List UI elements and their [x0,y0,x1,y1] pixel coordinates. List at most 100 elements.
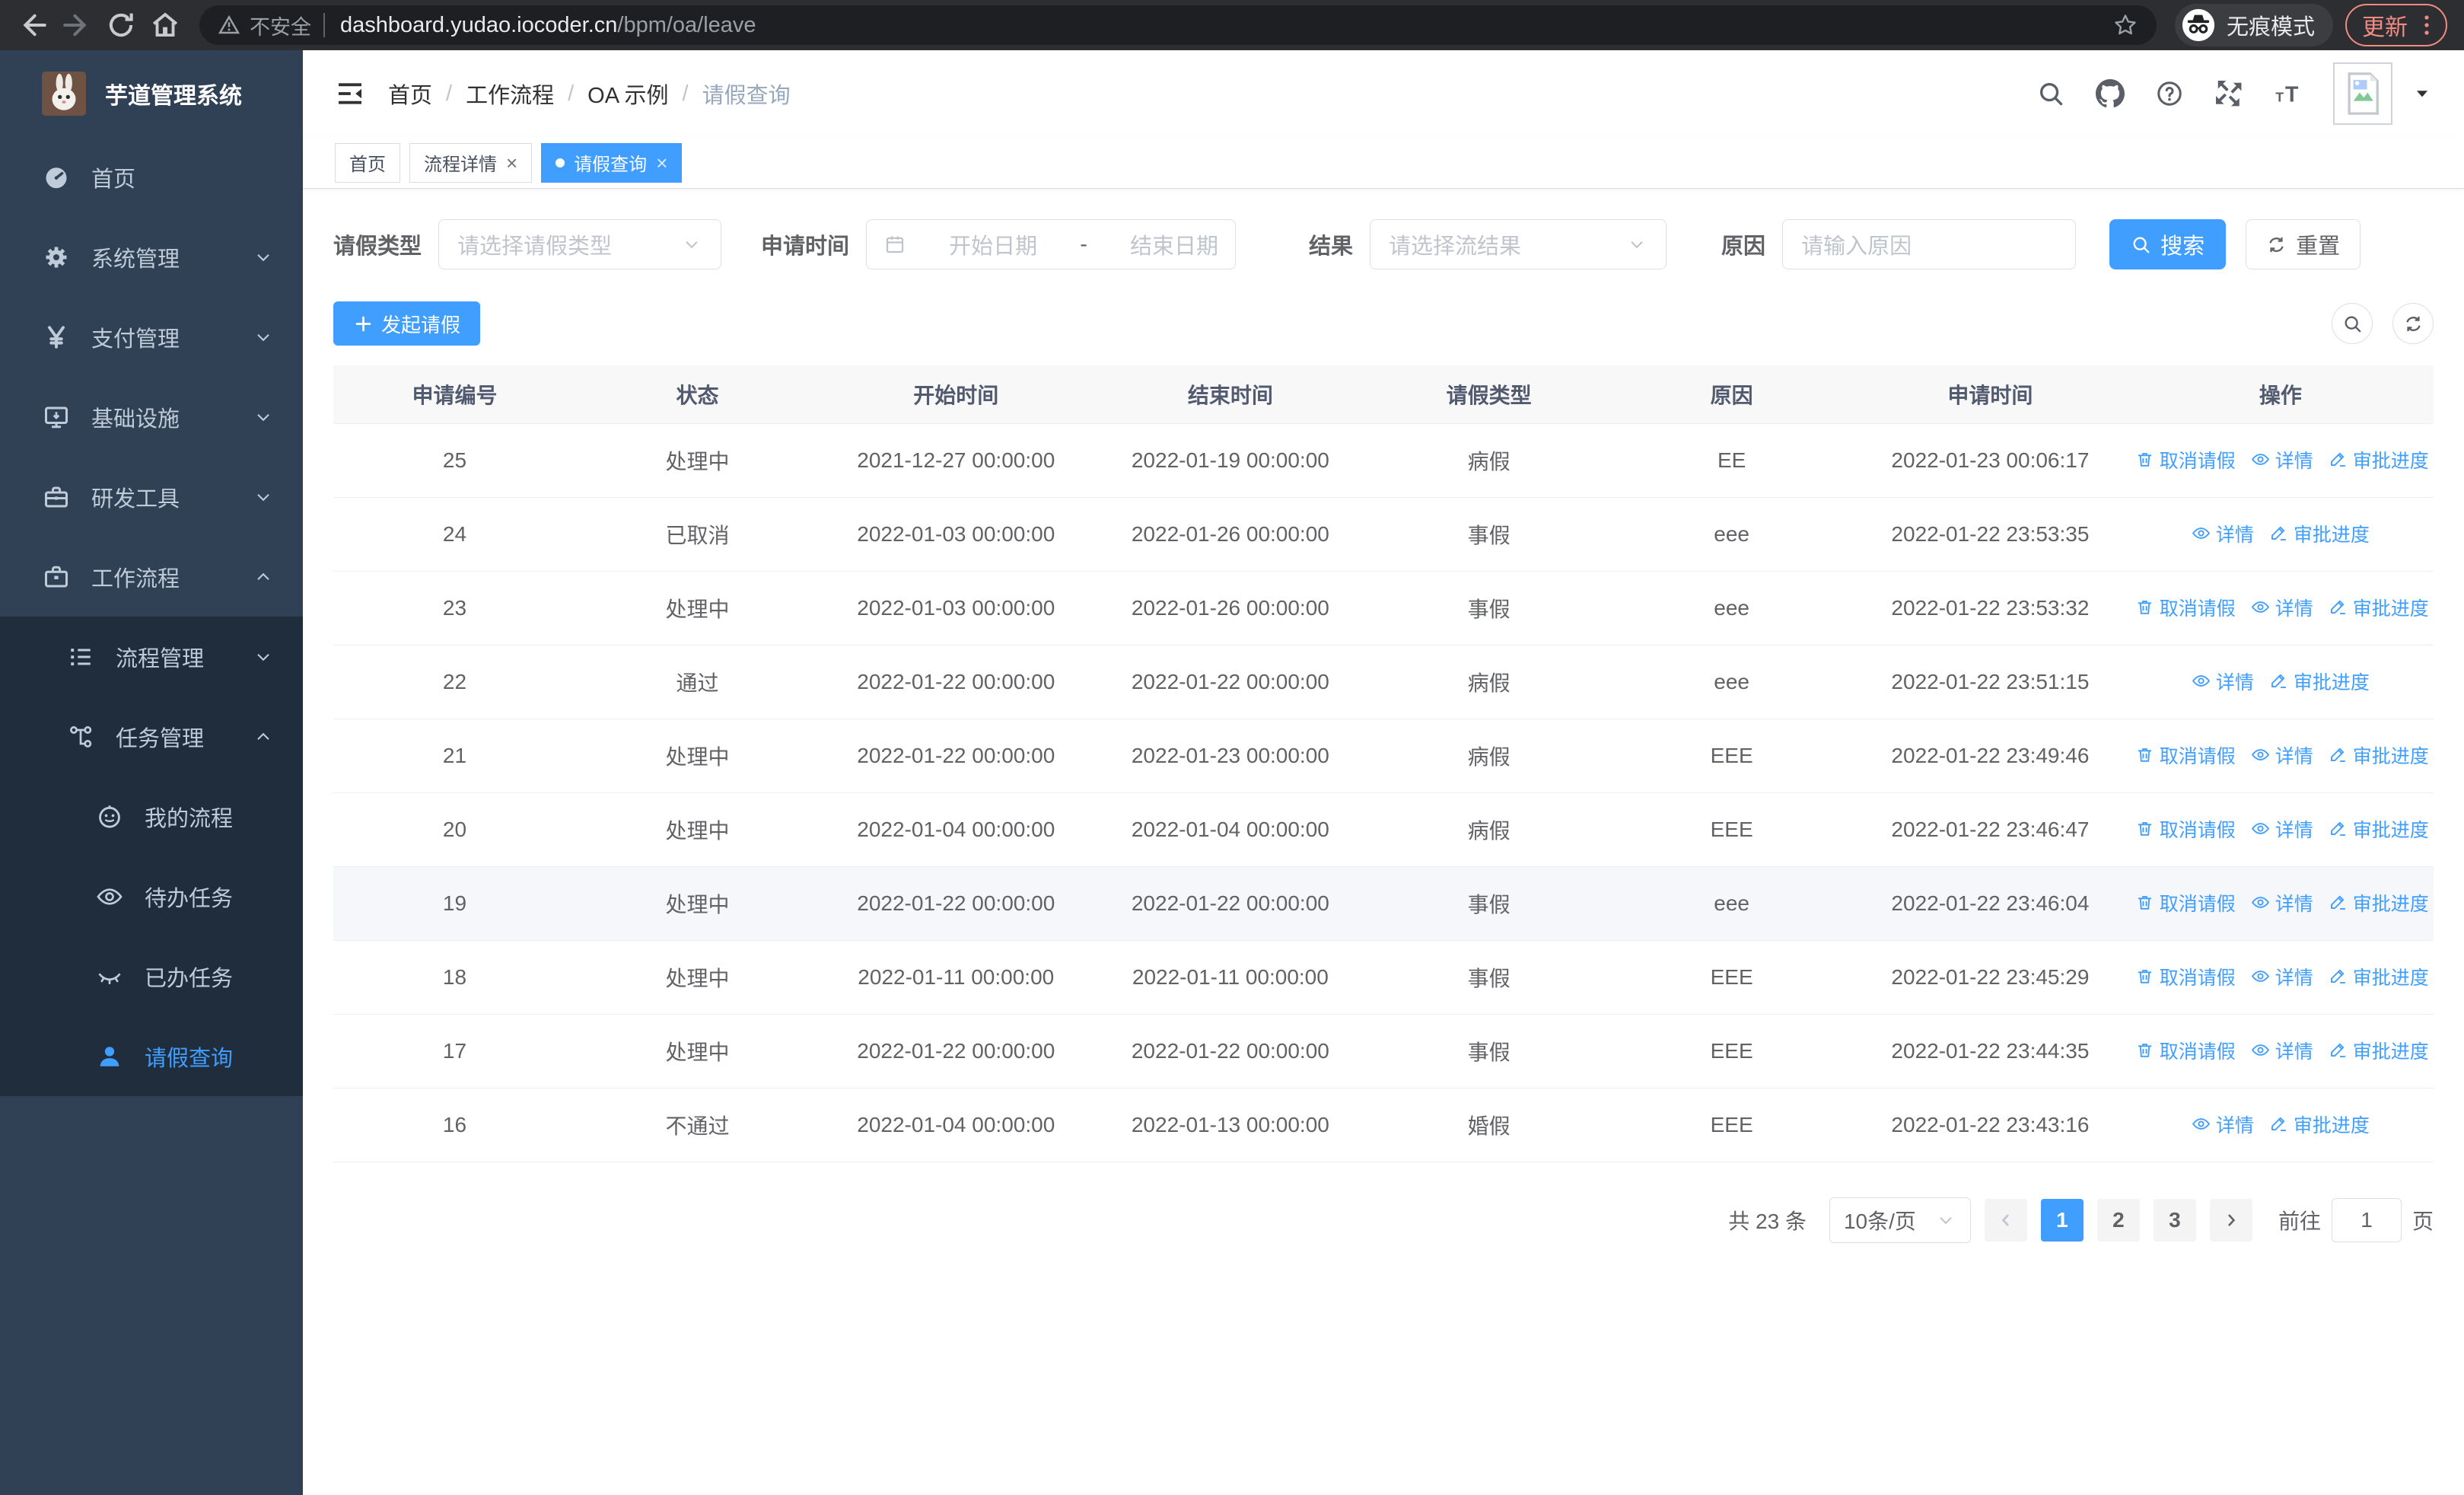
broken-image-icon [2338,67,2388,120]
sidebar-item-dev-tools[interactable]: 研发工具 [0,457,303,537]
sidebar-item-workflow[interactable]: 工作流程 [0,537,303,617]
progress-action-link[interactable]: 审批进度 [2329,889,2429,916]
search-button[interactable]: 搜索 [2109,219,2227,269]
reset-button[interactable]: 重置 [2246,219,2361,269]
eye-icon [2251,598,2270,617]
page-size-select[interactable]: 10条/页 [1829,1197,1971,1243]
show-search-button[interactable] [2332,303,2373,344]
page-unit-label: 页 [2411,1209,2434,1233]
progress-action-link[interactable]: 审批进度 [2329,963,2429,990]
page-button-3[interactable]: 3 [2153,1198,2196,1242]
cancel-action-link[interactable]: 取消请假 [2135,1037,2236,1064]
search-icon[interactable] [2036,79,2065,108]
browser-home-icon[interactable] [149,9,181,41]
detail-action-link[interactable]: 详情 [2251,446,2313,473]
tab-process-detail[interactable]: 流程详情 × [409,142,533,183]
progress-action-link[interactable]: 审批进度 [2329,446,2429,473]
sidebar-item-process-management[interactable]: 流程管理 [0,617,303,696]
breadcrumb-workflow[interactable]: 工作流程 [466,78,554,110]
sidebar-item-leave-query[interactable]: 请假查询 [0,1016,303,1096]
cell-leave-type: 事假 [1367,571,1611,645]
apply-time-range-picker[interactable]: 开始日期 - 结束日期 [866,219,1237,269]
app-header: 首页 / 工作流程 / OA 示例 / 请假查询 TT [303,50,2464,137]
cell-end-time: 2022-01-23 00:00:00 [1093,719,1368,793]
cell-apply-time: 2022-01-22 23:43:16 [1853,1088,2128,1162]
refresh-icon [2403,314,2424,334]
pencil-icon [2329,450,2348,469]
page-button-1[interactable]: 1 [2040,1198,2084,1242]
cancel-action-link[interactable]: 取消请假 [2135,815,2236,843]
browser-forward-icon[interactable] [61,9,93,41]
trash-icon [2135,450,2154,469]
avatar-caret-down-icon[interactable] [2412,84,2432,104]
cell-reason: EEE [1610,719,1854,793]
breadcrumb-home[interactable]: 首页 [388,78,432,110]
github-icon[interactable] [2096,79,2125,108]
detail-action-link[interactable]: 详情 [2251,815,2313,843]
address-bar[interactable]: 不安全 dashboard.yudao.iocoder.cn/bpm/oa/le… [199,5,2157,45]
reason-input[interactable]: 请输入原因 [1782,219,2077,269]
prev-page-button[interactable] [1984,1198,2027,1242]
result-select[interactable]: 请选择流结果 [1370,219,1667,269]
cancel-action-link[interactable]: 取消请假 [2135,963,2236,990]
cancel-action-link[interactable]: 取消请假 [2135,594,2236,621]
detail-action-link[interactable]: 详情 [2251,1037,2313,1064]
detail-action-link[interactable]: 详情 [2251,889,2313,916]
eye-icon [2251,450,2270,469]
detail-action-link[interactable]: 详情 [2192,668,2254,695]
browser-back-icon[interactable] [17,9,49,41]
sidebar-item-task-management[interactable]: 任务管理 [0,696,303,776]
cancel-action-link[interactable]: 取消请假 [2135,741,2236,769]
sidebar-item-infrastructure[interactable]: 基础设施 [0,377,303,457]
cell-apply-id: 18 [333,940,576,1015]
sidebar-item-home[interactable]: 首页 [0,137,303,217]
progress-action-link[interactable]: 审批进度 [2269,520,2370,547]
detail-action-link[interactable]: 详情 [2251,741,2313,769]
font-size-icon[interactable]: TT [2274,79,2303,108]
cancel-action-link[interactable]: 取消请假 [2135,446,2236,473]
detail-action-link[interactable]: 详情 [2192,520,2254,547]
help-icon[interactable] [2155,79,2184,108]
cell-reason: eee [1610,497,1854,572]
detail-action-link[interactable]: 详情 [2251,594,2313,621]
sidebar-item-done-tasks[interactable]: 已办任务 [0,936,303,1016]
sidebar-item-payment-management[interactable]: 支付管理 [0,297,303,377]
progress-action-link[interactable]: 审批进度 [2269,1111,2370,1138]
cancel-action-link[interactable]: 取消请假 [2135,889,2236,916]
progress-action-link[interactable]: 审批进度 [2329,741,2429,769]
breadcrumb-oa-example[interactable]: OA 示例 [587,78,668,110]
cell-apply-id: 24 [333,497,576,572]
goto-page-input[interactable] [2331,1197,2402,1242]
progress-action-link[interactable]: 审批进度 [2329,815,2429,843]
progress-action-link[interactable]: 审批进度 [2329,1037,2429,1064]
detail-action-link[interactable]: 详情 [2192,1111,2254,1138]
pencil-icon [2329,598,2348,617]
close-icon[interactable]: × [656,153,667,173]
fullscreen-icon[interactable] [2214,79,2243,108]
progress-action-link[interactable]: 审批进度 [2269,668,2370,695]
browser-reload-icon[interactable] [105,9,137,41]
next-page-button[interactable] [2209,1198,2252,1242]
sidebar-collapse-icon[interactable] [335,78,365,109]
divider [323,13,325,37]
progress-action-link[interactable]: 审批进度 [2329,594,2429,621]
bookmark-star-icon[interactable] [2112,12,2138,38]
detail-action-link[interactable]: 详情 [2251,963,2313,990]
table-row: 17 处理中 2022-01-22 00:00:00 2022-01-22 00:00… [333,1014,2434,1089]
refresh-table-button[interactable] [2392,303,2434,344]
close-icon[interactable]: × [506,153,517,173]
browser-update-button[interactable]: 更新 [2345,4,2447,46]
browser-menu-dots-icon[interactable] [2423,12,2431,38]
sidebar-item-todo-tasks[interactable]: 待办任务 [0,856,303,936]
tab-leave-query[interactable]: 请假查询 × [541,142,683,183]
filter-form: 请假类型 请选择请假类型 申请时间 开始日期 - 结束日期 结果 请选择流结果 [333,219,2434,269]
create-leave-button[interactable]: 发起请假 [333,301,481,346]
avatar[interactable] [2333,62,2392,125]
page-button-2[interactable]: 2 [2096,1198,2140,1242]
cell-start-time: 2022-01-03 00:00:00 [818,497,1094,572]
sidebar-item-system-management[interactable]: 系统管理 [0,217,303,297]
tab-home[interactable]: 首页 [335,142,400,183]
sidebar-item-my-process[interactable]: 我的流程 [0,776,303,856]
pencil-icon [2269,524,2288,543]
leave-type-select[interactable]: 请选择请假类型 [438,219,722,269]
